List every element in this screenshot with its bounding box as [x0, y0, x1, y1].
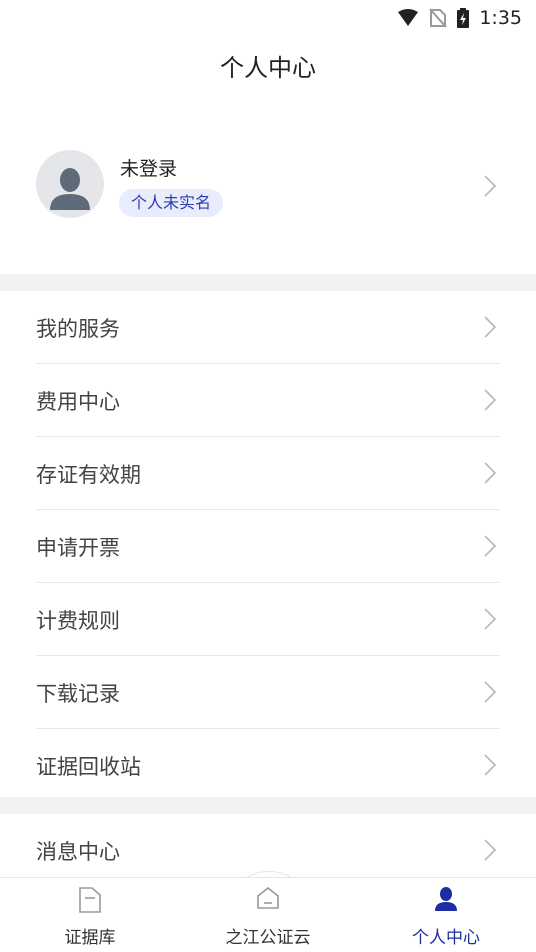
page-title: 个人中心	[220, 54, 316, 82]
tab-evidence-library[interactable]: 证据库	[20, 878, 160, 952]
folder-icon	[78, 886, 102, 918]
default-avatar-icon	[50, 168, 90, 210]
menu-item-label: 我的服务	[36, 317, 120, 341]
chevron-right-icon	[484, 839, 496, 861]
tab-label: 证据库	[64, 928, 116, 948]
menu-item-label: 下载记录	[36, 682, 120, 706]
status-bar: 1:35	[0, 0, 536, 36]
menu-item-validity-period[interactable]: 存证有效期	[36, 437, 500, 510]
profile-card[interactable]: 未登录 个人未实名	[0, 140, 536, 230]
tab-home[interactable]: 之江公证云	[198, 878, 338, 952]
avatar[interactable]	[36, 150, 104, 218]
person-icon	[434, 886, 458, 916]
profile-name: 未登录	[120, 158, 178, 180]
wifi-icon	[397, 9, 419, 27]
chevron-right-icon	[484, 462, 496, 484]
home-icon	[255, 886, 281, 914]
menu-item-recycle-bin[interactable]: 证据回收站	[36, 729, 500, 801]
battery-charging-icon	[457, 8, 470, 28]
menu-item-download-records[interactable]: 下载记录	[36, 656, 500, 729]
tab-label: 之江公证云	[225, 928, 311, 948]
chevron-right-icon	[484, 608, 496, 630]
menu-item-label: 存证有效期	[36, 463, 141, 487]
clock-time: 1:35	[479, 7, 522, 29]
chevron-right-icon	[484, 535, 496, 557]
chevron-right-icon	[484, 681, 496, 703]
menu-item-label: 消息中心	[36, 840, 120, 864]
chevron-right-icon	[484, 389, 496, 411]
service-menu: 我的服务 费用中心 存证有效期 申请开票 计费规则 下载记录 证据回收站	[0, 291, 536, 801]
section-divider	[0, 274, 536, 291]
chevron-right-icon	[484, 754, 496, 776]
no-sim-icon	[429, 8, 448, 28]
menu-item-label: 计费规则	[36, 609, 120, 633]
menu-item-my-services[interactable]: 我的服务	[36, 291, 500, 364]
chevron-right-icon	[484, 175, 496, 197]
menu-item-label: 费用中心	[36, 390, 120, 414]
tab-label: 个人中心	[412, 928, 480, 948]
menu-item-invoice[interactable]: 申请开票	[36, 510, 500, 583]
tab-personal-center[interactable]: 个人中心	[376, 878, 516, 952]
menu-item-label: 申请开票	[36, 536, 120, 560]
section-divider	[0, 797, 536, 814]
menu-item-billing-rules[interactable]: 计费规则	[36, 583, 500, 656]
verification-badge: 个人未实名	[119, 189, 224, 217]
menu-item-fee-center[interactable]: 费用中心	[36, 364, 500, 437]
chevron-right-icon	[484, 316, 496, 338]
menu-item-label: 证据回收站	[36, 755, 141, 779]
bottom-tab-bar: 证据库 之江公证云 个人中心	[0, 877, 536, 952]
